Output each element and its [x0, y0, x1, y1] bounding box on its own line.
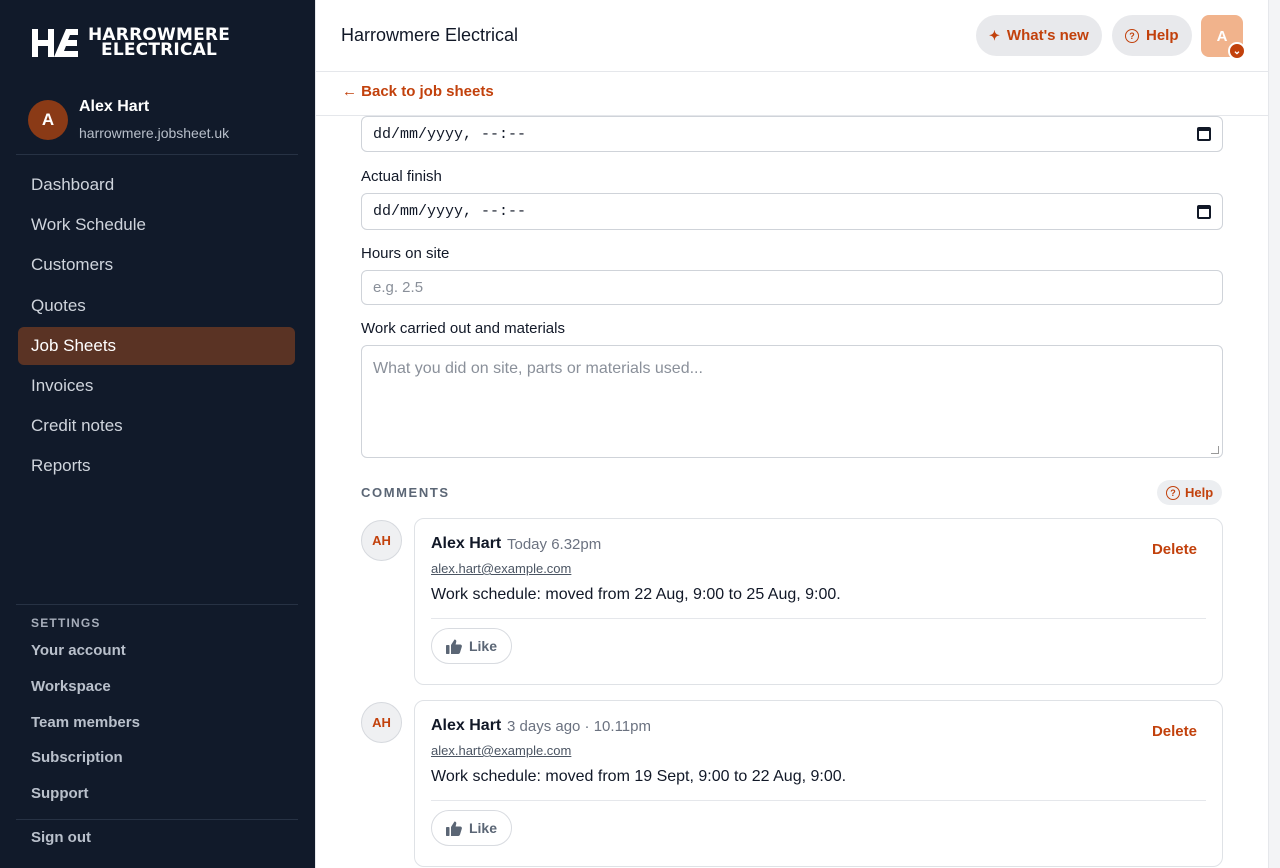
whats-new-button[interactable]: ✦ What's new	[976, 15, 1102, 56]
sidebar-divider	[16, 819, 298, 820]
comments-heading: COMMENTS	[361, 485, 450, 500]
like-button[interactable]: Like	[431, 810, 512, 846]
comments-help-button[interactable]: ? Help	[1157, 480, 1223, 505]
date-value: dd/mm/yyyy, --:--	[373, 125, 527, 143]
comment-timestamp: 3 days ago · 10.11pm	[507, 718, 651, 735]
settings-item-team-members[interactable]: Team members	[31, 714, 140, 750]
main-nav: Dashboard Work Schedule Customers Quotes…	[18, 166, 295, 488]
like-button[interactable]: Like	[431, 628, 512, 664]
settings-item-subscription[interactable]: Subscription	[31, 749, 140, 785]
scrollbar-track[interactable]	[1269, 0, 1280, 868]
user-profile[interactable]: A Alex Hart harrowmere.jobsheet.uk	[28, 98, 229, 141]
work-carried-out-label: Work carried out and materials	[361, 320, 565, 337]
sidebar-divider	[16, 154, 298, 155]
top-bar: Harrowmere Electrical ✦ What's new ? Hel…	[316, 0, 1268, 72]
thumbs-up-icon	[445, 639, 462, 654]
avatar: A	[28, 99, 68, 140]
sign-out-link[interactable]: Sign out	[31, 829, 91, 846]
work-carried-out-textarea[interactable]: What you did on site, parts or materials…	[361, 345, 1223, 458]
comment-divider	[431, 618, 1206, 619]
main-panel: Harrowmere Electrical ✦ What's new ? Hel…	[315, 0, 1269, 868]
sidebar-item-quotes[interactable]: Quotes	[18, 287, 295, 325]
sidebar-item-reports[interactable]: Reports	[18, 447, 295, 485]
sidebar-item-dashboard[interactable]: Dashboard	[18, 166, 295, 204]
comment-text: Work schedule: moved from 22 Aug, 9:00 t…	[431, 586, 841, 603]
sidebar-divider	[16, 604, 298, 605]
job-sheet-form: dd/mm/yyyy, --:-- Actual finish dd/mm/yy…	[316, 116, 1268, 868]
sidebar-item-customers[interactable]: Customers	[18, 246, 295, 284]
comment-author-email[interactable]: alex.hart@example.com	[431, 561, 571, 576]
account-menu-button[interactable]: A ⌄	[1201, 15, 1246, 60]
sidebar-item-work-schedule[interactable]: Work Schedule	[18, 206, 295, 244]
sidebar-item-invoices[interactable]: Invoices	[18, 367, 295, 405]
comment-timestamp: Today 6.32pm	[507, 536, 602, 553]
settings-nav: Your account Workspace Team members Subs…	[31, 642, 140, 821]
help-button[interactable]: ? Help	[1112, 15, 1192, 56]
user-name: Alex Hart	[79, 98, 150, 115]
brand-mark-icon	[32, 29, 78, 57]
comment-card: Alex Hart Today 6.32pm Delete alex.hart@…	[414, 518, 1223, 685]
sub-header: ← Back to job sheets	[316, 72, 1268, 116]
workspace-domain: harrowmere.jobsheet.uk	[79, 125, 230, 141]
account-initial: A	[1216, 27, 1228, 45]
delete-comment-button[interactable]: Delete	[1152, 541, 1197, 558]
sidebar-item-credit-notes[interactable]: Credit notes	[18, 407, 295, 445]
brand-wordmark: HARROWMERE ELECTRICAL	[88, 25, 231, 60]
help-circle-icon: ?	[1125, 28, 1139, 43]
actual-finish-input[interactable]: dd/mm/yyyy, --:--	[361, 193, 1223, 230]
calendar-icon[interactable]	[1197, 204, 1211, 219]
calendar-icon[interactable]	[1197, 127, 1211, 141]
comment-text: Work schedule: moved from 19 Sept, 9:00 …	[431, 768, 847, 785]
page-title: Harrowmere Electrical	[341, 25, 519, 45]
comment-author: Alex Hart	[431, 535, 502, 552]
actual-finish-label: Actual finish	[361, 168, 442, 185]
delete-comment-button[interactable]: Delete	[1152, 723, 1197, 740]
settings-item-workspace[interactable]: Workspace	[31, 678, 140, 714]
resize-handle[interactable]	[1211, 446, 1219, 454]
scheduled-start-input[interactable]: dd/mm/yyyy, --:--	[361, 116, 1223, 152]
like-label: Like	[468, 638, 497, 654]
comment-card: Alex Hart 3 days ago · 10.11pm Delete al…	[414, 700, 1223, 867]
back-to-job-sheets-link[interactable]: ← Back to job sheets	[342, 83, 494, 100]
sidebar: HARROWMERE ELECTRICAL A Alex Hart harrow…	[0, 0, 315, 868]
hours-placeholder: e.g. 2.5	[373, 279, 424, 296]
hours-on-site-input[interactable]: e.g. 2.5	[361, 270, 1223, 305]
settings-item-support[interactable]: Support	[31, 785, 140, 821]
brand-logo[interactable]: HARROWMERE ELECTRICAL	[30, 26, 230, 60]
settings-heading: SETTINGS	[31, 616, 101, 630]
help-circle-icon: ?	[1166, 485, 1180, 500]
date-value: dd/mm/yyyy, --:--	[373, 203, 527, 220]
hours-on-site-label: Hours on site	[361, 245, 450, 262]
help-label: Help	[1146, 27, 1179, 44]
comment-divider	[431, 800, 1206, 801]
like-label: Like	[468, 820, 497, 836]
chevron-down-icon: ⌄	[1228, 42, 1246, 60]
settings-item-your-account[interactable]: Your account	[31, 642, 140, 678]
thumbs-up-icon	[445, 821, 462, 836]
sidebar-item-job-sheets[interactable]: Job Sheets	[18, 326, 295, 365]
comments-help-label: Help	[1185, 485, 1214, 500]
sparkle-icon: ✦	[989, 27, 1000, 43]
work-placeholder: What you did on site, parts or materials…	[373, 360, 703, 377]
comment-author: Alex Hart	[431, 717, 502, 734]
avatar: AH	[361, 702, 402, 743]
comment-author-email[interactable]: alex.hart@example.com	[431, 743, 571, 758]
whats-new-label: What's new	[1006, 27, 1089, 44]
avatar: AH	[361, 520, 402, 561]
